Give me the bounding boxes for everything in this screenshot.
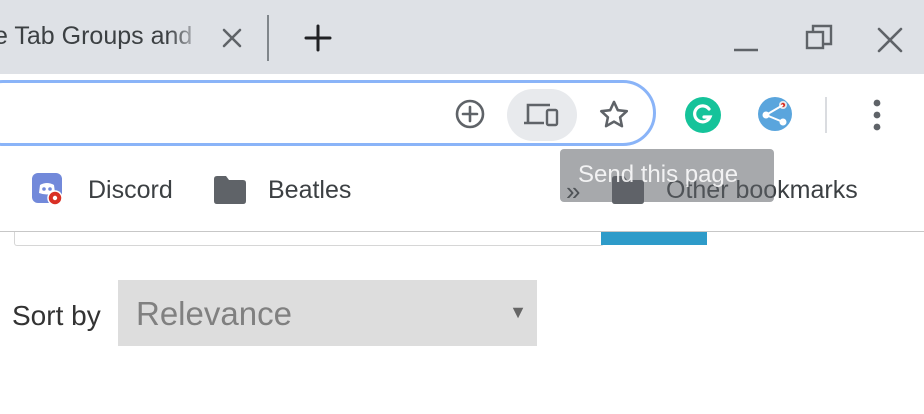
restore-icon[interactable] (805, 24, 833, 52)
discord-icon (32, 173, 63, 206)
tab-separator (267, 15, 269, 61)
plus-icon[interactable] (304, 24, 332, 52)
search-input[interactable] (14, 232, 604, 246)
more-menu-icon[interactable] (862, 96, 892, 134)
tab-strip: e Tab Groups and (0, 0, 924, 74)
toolbar-separator (825, 97, 827, 133)
dropdown-arrow-icon: ▼ (509, 302, 527, 322)
search-button[interactable] (601, 232, 707, 245)
grammarly-icon[interactable] (684, 96, 722, 134)
bookmark-discord[interactable]: Discord (32, 172, 173, 208)
tooltip: Send this page (560, 149, 774, 202)
close-icon[interactable] (876, 26, 904, 54)
bookmark-label: Discord (88, 175, 173, 204)
bookmark-label: Beatles (268, 175, 352, 204)
bookmarks-bar: Discord Beatles » Other bookmarks (0, 152, 924, 232)
minimize-icon[interactable] (733, 30, 759, 52)
folder-icon (214, 176, 246, 204)
send-to-devices-icon[interactable] (507, 89, 577, 141)
star-icon[interactable] (595, 96, 633, 134)
sort-selected-value: Relevance (136, 295, 292, 332)
close-icon[interactable] (220, 26, 244, 50)
sort-select[interactable]: Relevance ▼ (118, 280, 537, 346)
bookmark-beatles[interactable]: Beatles (214, 172, 351, 208)
active-tab[interactable]: e Tab Groups and (0, 0, 266, 74)
tab-title: e Tab Groups and (0, 22, 193, 50)
extension-icon[interactable] (755, 94, 795, 134)
add-icon[interactable] (452, 96, 488, 132)
sort-label: Sort by (12, 300, 101, 331)
